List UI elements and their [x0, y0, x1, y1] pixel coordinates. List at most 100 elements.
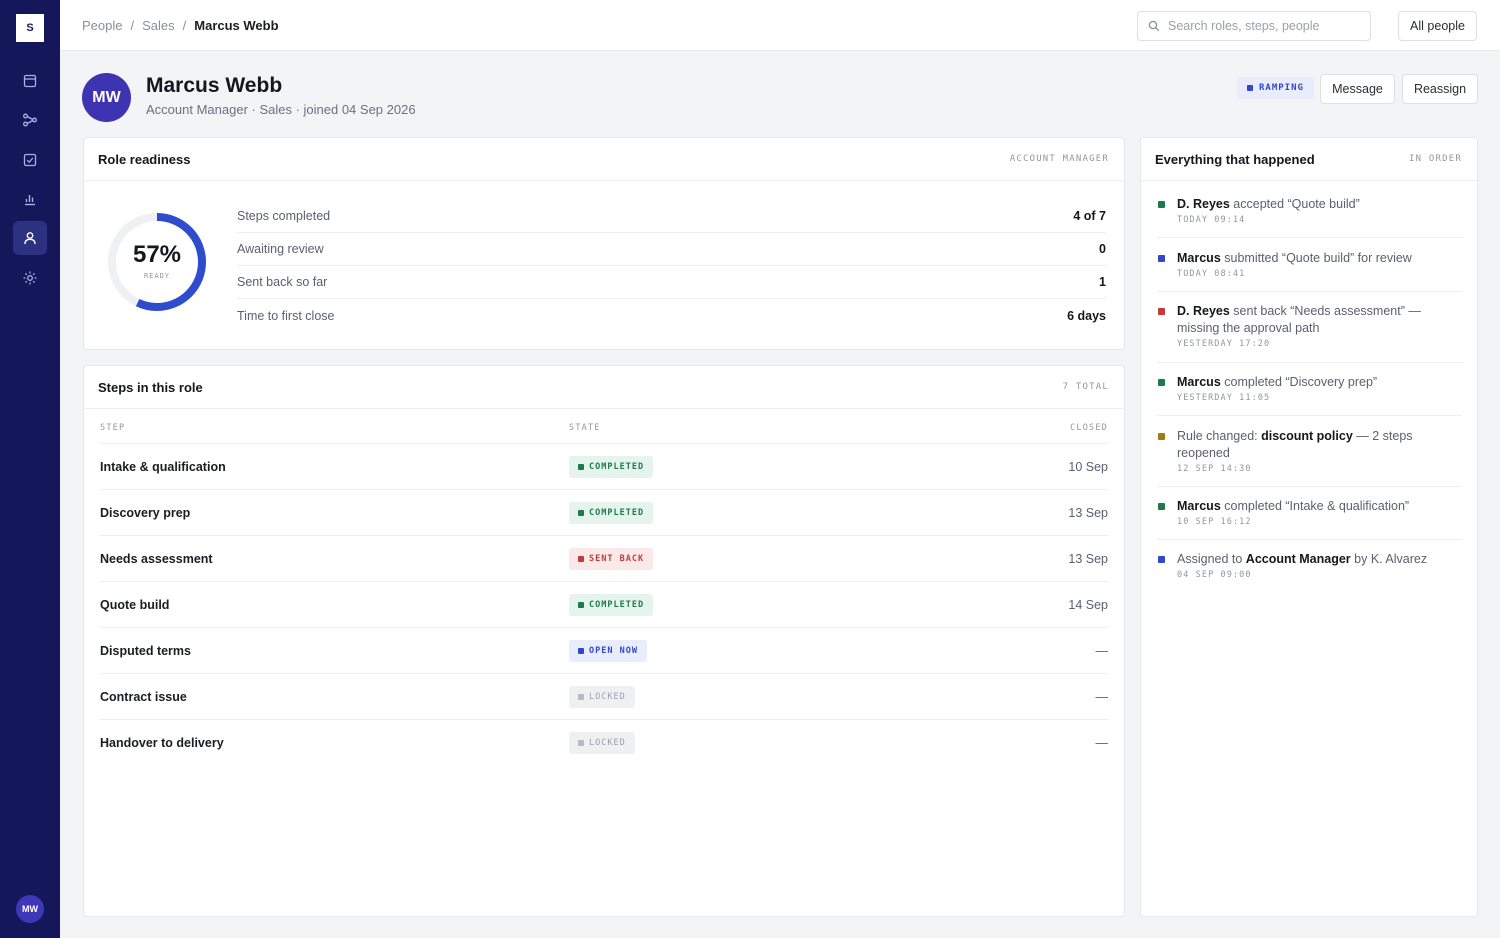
table-row[interactable]: Handover to delivery LOCKED — — [100, 720, 1108, 766]
event-description: accepted “Quote build” — [1229, 197, 1360, 211]
timeline-event: Marcus completed “Discovery prep” YESTER… — [1157, 374, 1462, 416]
nav-reports[interactable] — [13, 182, 47, 216]
event-dot — [1158, 308, 1165, 315]
table-row[interactable]: Intake & qualification COMPLETED 10 Sep — [100, 444, 1108, 490]
search-box[interactable] — [1137, 11, 1371, 41]
card-title: Role readiness — [98, 151, 191, 167]
stat-label: Time to first close — [237, 308, 335, 323]
table-header: STEP STATE CLOSED — [100, 418, 1108, 444]
card-header: Everything that happened IN ORDER — [1141, 138, 1477, 181]
step-name: Handover to delivery — [100, 736, 224, 750]
step-name: Needs assessment — [100, 552, 213, 566]
table-row[interactable]: Contract issue LOCKED — — [100, 674, 1108, 720]
sidebar: S MW — [0, 0, 60, 938]
state-dot — [578, 740, 584, 746]
state-label: COMPLETED — [589, 462, 645, 472]
closed-date: — — [1095, 690, 1109, 704]
state-label: SENT BACK — [589, 554, 645, 564]
step-name: Quote build — [100, 598, 170, 612]
readiness-stats: Steps completed 4 of 7 Awaiting review 0… — [237, 200, 1106, 332]
column-header-closed: CLOSED — [1070, 423, 1108, 433]
event-actor: Marcus — [1177, 499, 1221, 513]
timeline-event: Assigned to Account Manager by K. Alvare… — [1157, 551, 1462, 593]
readiness-percent: 57% — [132, 240, 182, 268]
state-badge: SENT BACK — [569, 548, 654, 570]
search-icon — [1148, 20, 1160, 32]
nav-people[interactable] — [13, 221, 47, 255]
closed-date: 13 Sep — [1068, 506, 1108, 520]
event-time: 04 SEP 09:00 — [1177, 570, 1252, 580]
reassign-button[interactable]: Reassign — [1402, 74, 1478, 104]
event-prefix: Assigned to — [1177, 552, 1246, 566]
state-dot — [578, 556, 584, 562]
role-readiness-card: Role readiness ACCOUNT MANAGER 57% READY… — [83, 137, 1125, 350]
message-button[interactable]: Message — [1320, 74, 1395, 104]
event-subject: Account Manager — [1245, 552, 1351, 566]
table-row[interactable]: Quote build COMPLETED 14 Sep — [100, 582, 1108, 628]
state-badge: LOCKED — [569, 732, 635, 754]
card-tag: ACCOUNT MANAGER — [1009, 154, 1109, 164]
event-description: by K. Alvarez — [1350, 552, 1428, 566]
table-row[interactable]: Disputed terms OPEN NOW — — [100, 628, 1108, 674]
event-time: YESTERDAY 17:20 — [1177, 339, 1271, 349]
timeline-event: Rule changed: discount policy — 2 steps … — [1157, 428, 1462, 487]
breadcrumb-sales[interactable]: Sales — [142, 18, 175, 33]
nav-settings[interactable] — [13, 261, 47, 295]
closed-date: — — [1095, 736, 1109, 750]
card-header: Steps in this role 7 TOTAL — [84, 366, 1124, 409]
event-text: Assigned to Account Manager by K. Alvare… — [1177, 551, 1462, 568]
person-avatar: MW — [82, 73, 131, 122]
event-text: Rule changed: discount policy — 2 steps … — [1177, 428, 1462, 462]
state-label: LOCKED — [589, 692, 626, 702]
status-badge: RAMPING — [1237, 77, 1314, 99]
nav-calendar[interactable] — [13, 64, 47, 98]
table-row[interactable]: Needs assessment SENT BACK 13 Sep — [100, 536, 1108, 582]
card-title: Steps in this role — [98, 379, 203, 395]
status-badge-label: RAMPING — [1259, 83, 1304, 93]
flow-icon — [23, 113, 37, 127]
event-prefix: Rule changed: — [1177, 429, 1262, 443]
stat-value: 1 — [1099, 275, 1106, 289]
state-badge: LOCKED — [569, 686, 635, 708]
state-badge: COMPLETED — [569, 456, 654, 478]
breadcrumb-separator: / — [182, 18, 187, 33]
app-logo[interactable]: S — [16, 14, 44, 42]
status-dot — [1247, 85, 1253, 91]
timeline-event: Marcus submitted “Quote build” for revie… — [1157, 250, 1462, 292]
event-dot — [1158, 503, 1165, 510]
stat-label: Awaiting review — [237, 242, 324, 256]
calendar-icon — [23, 74, 37, 88]
event-dot — [1158, 201, 1165, 208]
breadcrumb-people[interactable]: People — [82, 18, 122, 33]
step-name: Contract issue — [100, 690, 187, 704]
closed-date: 14 Sep — [1068, 598, 1108, 612]
event-time: TODAY 08:41 — [1177, 269, 1246, 279]
step-name: Disputed terms — [100, 644, 191, 658]
card-title: Everything that happened — [1155, 151, 1315, 167]
breadcrumb-separator: / — [130, 18, 135, 33]
breadcrumb-current: Marcus Webb — [194, 18, 279, 33]
all-people-button[interactable]: All people — [1398, 11, 1477, 41]
card-header: Role readiness ACCOUNT MANAGER — [84, 138, 1124, 181]
nav-flows[interactable] — [13, 103, 47, 137]
event-text: Marcus completed “Discovery prep” — [1177, 374, 1462, 391]
chart-icon — [25, 195, 35, 206]
state-dot — [578, 694, 584, 700]
event-dot — [1158, 556, 1165, 563]
stat-row: Time to first close 6 days — [237, 299, 1106, 332]
timeline-event: Marcus completed “Intake & qualification… — [1157, 498, 1462, 540]
closed-date: 10 Sep — [1068, 460, 1108, 474]
table-row[interactable]: Discovery prep COMPLETED 13 Sep — [100, 490, 1108, 536]
nav-tasks[interactable] — [13, 143, 47, 177]
search-input[interactable] — [1168, 19, 1358, 33]
state-dot — [578, 510, 584, 516]
user-avatar[interactable]: MW — [16, 895, 44, 923]
closed-date: 13 Sep — [1068, 552, 1108, 566]
stat-value: 4 of 7 — [1073, 209, 1106, 223]
event-description: completed “Intake & qualification” — [1220, 499, 1410, 513]
state-badge: COMPLETED — [569, 502, 654, 524]
checkbox-icon — [23, 153, 37, 167]
donut-center: 57% READY — [106, 211, 208, 313]
state-badge: OPEN NOW — [569, 640, 647, 662]
step-name: Discovery prep — [100, 506, 191, 520]
